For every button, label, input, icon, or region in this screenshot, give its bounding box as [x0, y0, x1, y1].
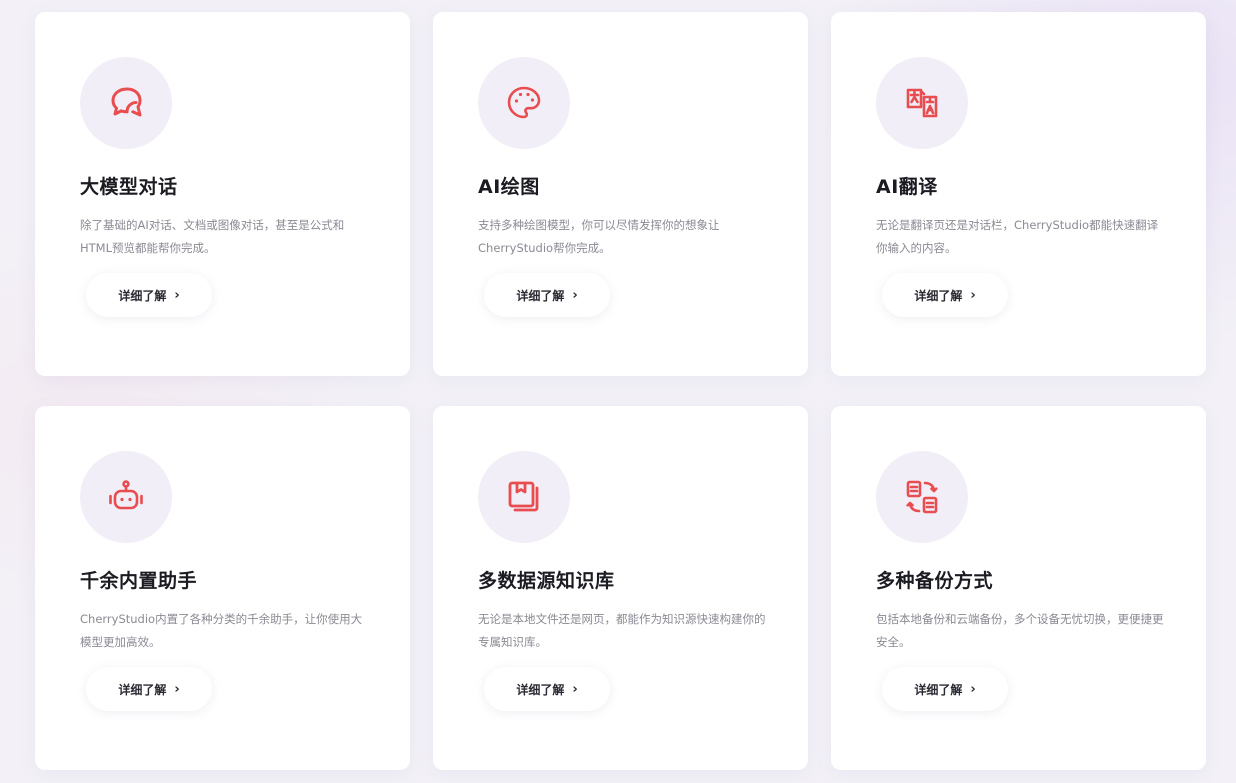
card-title: 千余内置助手 — [80, 570, 198, 592]
feature-card-backup: 多种备份方式 包括本地备份和云端备份，多个设备无忧切换，更便捷更安全。 详细了解… — [831, 406, 1206, 770]
chevron-right-icon: › — [174, 287, 180, 303]
feature-card-assistants: 千余内置助手 CherryStudio内置了各种分类的千余助手，让你使用大模型更… — [35, 406, 410, 770]
card-title: AI翻译 — [876, 176, 938, 198]
chevron-right-icon: › — [572, 681, 578, 697]
chevron-right-icon: › — [970, 287, 976, 303]
chevron-right-icon: › — [174, 681, 180, 697]
card-description: 支持多种绘图模型，你可以尽情发挥你的想象让CherryStudio帮你完成。 — [478, 218, 720, 255]
learn-more-button[interactable]: 详细了解 › — [86, 273, 212, 317]
feature-grid: 大模型对话 除了基础的AI对话、文档或图像对话，甚至是公式和HTML预览都能帮你… — [35, 12, 1206, 770]
learn-more-label: 详细了解 — [914, 682, 963, 697]
card-description: 无论是翻译页还是对话栏，CherryStudio都能快速翻译你输入的内容。 — [876, 218, 1159, 255]
translate-icon — [906, 88, 938, 118]
feature-card-knowledge: 多数据源知识库 无论是本地文件还是网页，都能作为知识源快速构建你的专属知识库。 … — [433, 406, 808, 770]
learn-more-label: 详细了解 — [516, 682, 565, 697]
learn-more-button[interactable]: 详细了解 › — [484, 273, 610, 317]
card-description: CherryStudio内置了各种分类的千余助手，让你使用大模型更加高效。 — [80, 612, 363, 649]
icon-circle — [478, 451, 570, 543]
card-title: 多数据源知识库 — [478, 570, 615, 592]
learn-more-button[interactable]: 详细了解 › — [86, 667, 212, 711]
learn-more-label: 详细了解 — [118, 288, 167, 303]
learn-more-label: 详细了解 — [914, 288, 963, 303]
palette-icon — [507, 86, 541, 119]
knowledge-base-icon — [508, 481, 539, 512]
feature-card-drawing: AI绘图 支持多种绘图模型，你可以尽情发挥你的想象让CherryStudio帮你… — [433, 12, 808, 376]
feature-card-translate: AI翻译 无论是翻译页还是对话栏，CherryStudio都能快速翻译你输入的内… — [831, 12, 1206, 376]
icon-circle — [876, 451, 968, 543]
card-description: 除了基础的AI对话、文档或图像对话，甚至是公式和HTML预览都能帮你完成。 — [80, 218, 345, 255]
backup-sync-icon — [906, 480, 938, 514]
card-title: 多种备份方式 — [876, 570, 994, 592]
learn-more-label: 详细了解 — [118, 682, 167, 697]
card-description: 包括本地备份和云端备份，多个设备无忧切换，更便捷更安全。 — [876, 612, 1164, 649]
card-title: 大模型对话 — [80, 176, 178, 198]
icon-circle — [80, 57, 172, 149]
chevron-right-icon: › — [970, 681, 976, 697]
chat-bubbles-icon — [111, 87, 142, 117]
icon-circle — [876, 57, 968, 149]
feature-card-chat: 大模型对话 除了基础的AI对话、文档或图像对话，甚至是公式和HTML预览都能帮你… — [35, 12, 410, 376]
card-description: 无论是本地文件还是网页，都能作为知识源快速构建你的专属知识库。 — [478, 612, 766, 649]
robot-icon — [109, 480, 143, 510]
icon-circle — [80, 451, 172, 543]
learn-more-button[interactable]: 详细了解 › — [484, 667, 610, 711]
chevron-right-icon: › — [572, 287, 578, 303]
learn-more-label: 详细了解 — [516, 288, 565, 303]
icon-circle — [478, 57, 570, 149]
learn-more-button[interactable]: 详细了解 › — [882, 667, 1008, 711]
learn-more-button[interactable]: 详细了解 › — [882, 273, 1008, 317]
card-title: AI绘图 — [478, 176, 540, 198]
